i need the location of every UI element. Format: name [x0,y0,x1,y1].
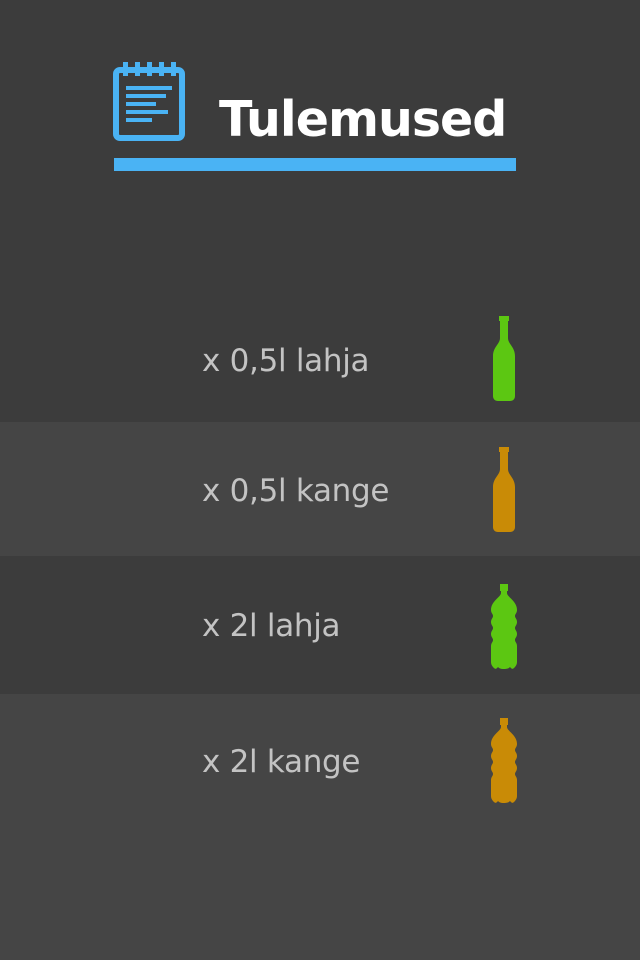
bottom-area [0,870,640,960]
bottle-large-icon [491,718,517,803]
header: Tulemused [113,62,516,172]
result-label: x 2l lahja [202,608,341,644]
bottle-large-icon [491,584,517,669]
result-label: x 2l kange [202,744,361,780]
notepad-icon [113,62,185,141]
results-screen: Tulemused x 0,5l lahja x 0,5l kange x 2l… [0,0,640,960]
result-label: x 0,5l kange [202,473,390,509]
result-row: x 2l lahja [0,556,640,694]
result-label: x 0,5l lahja [202,343,370,379]
result-row: x 0,5l kange [0,422,640,556]
result-row: x 2l kange [0,694,640,870]
title-underline [114,158,516,171]
result-row: x 0,5l lahja [0,290,640,422]
bottle-small-icon [493,316,515,401]
results-list: x 0,5l lahja x 0,5l kange x 2l lahja x 2… [0,290,640,870]
bottle-small-icon [493,447,515,532]
page-title: Tulemused [219,91,507,148]
